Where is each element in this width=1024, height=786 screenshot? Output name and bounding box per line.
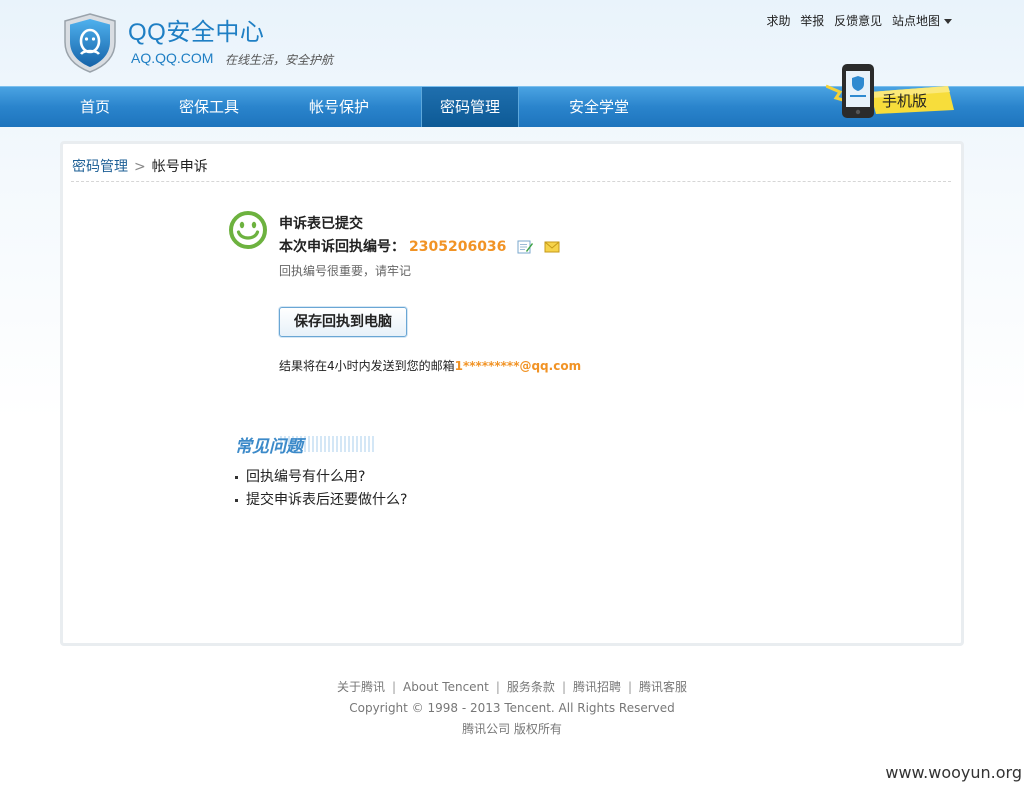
sitemap-label: 站点地图 — [891, 14, 940, 28]
breadcrumb-separator: > — [134, 159, 146, 175]
receipt-note: 回执编号很重要，请牢记 — [279, 264, 412, 278]
nav-security-school[interactable]: 安全学堂 — [552, 87, 646, 127]
mobile-badge-label: 手机版 — [882, 92, 927, 110]
top-links: 求助 举报 反馈意见 站点地图 — [760, 12, 952, 29]
bullet-icon — [235, 498, 238, 502]
feedback-link[interactable]: 反馈意见 — [834, 14, 882, 28]
bullet-icon — [235, 475, 238, 479]
breadcrumb: 密码管理 > 帐号申诉 — [72, 156, 208, 176]
site-logo-title[interactable]: QQ安全中心 — [128, 12, 264, 47]
content-panel: 密码管理 > 帐号申诉 申诉表已提交 本次申诉回执编号： 2305206036 回执编… — [60, 141, 964, 646]
faq-item-receipt-purpose[interactable]: 回执编号有什么用? — [235, 466, 407, 489]
breadcrumb-parent[interactable]: 密码管理 — [72, 159, 128, 175]
footer-link-about-tencent[interactable]: About Tencent — [403, 680, 489, 694]
result-email: 1*********@qq.com — [454, 359, 582, 373]
breadcrumb-current: 帐号申诉 — [151, 159, 208, 175]
result-text: 结果将在4小时内发送到您的邮箱 — [279, 359, 455, 373]
nav-security-tools[interactable]: 密保工具 — [162, 87, 256, 127]
footer-links: 关于腾讯 | About Tencent | 服务条款 | 腾讯招聘 | 腾讯客服 — [336, 680, 688, 694]
help-link[interactable]: 求助 — [766, 14, 790, 28]
nav-account-protection[interactable]: 帐号保护 — [292, 87, 386, 127]
footer-copyright: Copyright © 1998 - 2013 Tencent. All Rig… — [349, 701, 675, 715]
envelope-icon[interactable] — [544, 241, 560, 253]
footer-link-support[interactable]: 腾讯客服 — [639, 680, 687, 694]
result-line: 结果将在4小时内发送到您的邮箱1*********@qq.com — [279, 357, 581, 374]
status-title: 申诉表已提交 — [279, 216, 363, 232]
site-domain: AQ.QQ.COM — [131, 50, 214, 66]
faq-item-next-steps[interactable]: 提交申诉表后还要做什么? — [235, 489, 407, 512]
footer-company: 腾讯公司 版权所有 — [462, 722, 562, 736]
receipt-number: 2305206036 — [409, 239, 507, 255]
nav-home[interactable]: 首页 — [62, 87, 128, 127]
footer-link-careers[interactable]: 腾讯招聘 — [573, 680, 621, 694]
qq-shield-logo-icon[interactable] — [62, 12, 118, 74]
breadcrumb-divider — [71, 181, 951, 182]
footer-link-terms[interactable]: 服务条款 — [507, 680, 555, 694]
nav-password-management[interactable]: 密码管理 — [421, 87, 519, 127]
faq-item-label: 回执编号有什么用? — [246, 469, 366, 485]
sitemap-link[interactable]: 站点地图 — [892, 14, 952, 28]
site-footer: 关于腾讯 | About Tencent | 服务条款 | 腾讯招聘 | 腾讯客服 Copyri… — [0, 677, 1024, 740]
site-slogan: 在线生活，安全护航 — [225, 53, 334, 67]
faq-list: 回执编号有什么用? 提交申诉表后还要做什么? — [235, 466, 407, 512]
smiley-icon — [229, 211, 267, 249]
mobile-version-badge[interactable]: 手机版 — [826, 62, 956, 122]
watermark: www.wooyun.org — [885, 763, 1022, 782]
faq-heading: 常见问题 — [235, 432, 380, 458]
footer-link-about-tencent-cn[interactable]: 关于腾讯 — [337, 680, 385, 694]
phone-icon — [842, 64, 874, 118]
chevron-down-icon — [944, 19, 952, 24]
report-link[interactable]: 举报 — [800, 14, 824, 28]
faq-title: 常见问题 — [235, 437, 303, 457]
faq-item-label: 提交申诉表后还要做什么? — [246, 492, 408, 508]
edit-note-icon[interactable] — [517, 240, 534, 254]
receipt-label: 本次申诉回执编号： — [279, 239, 405, 255]
receipt-line: 本次申诉回执编号： 2305206036 — [279, 236, 560, 256]
save-receipt-button[interactable]: 保存回执到电脑 — [279, 307, 407, 337]
